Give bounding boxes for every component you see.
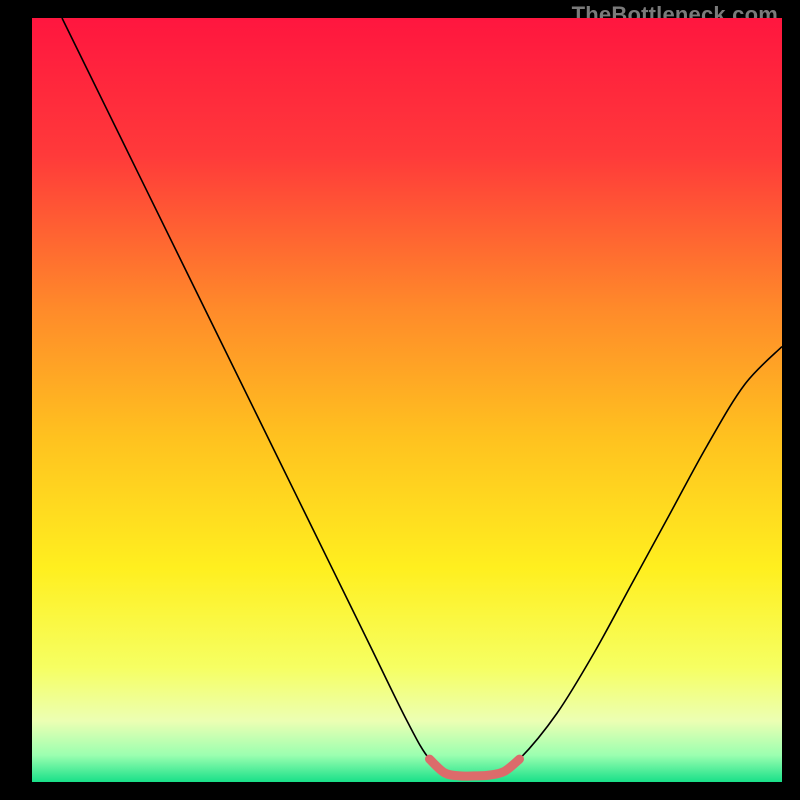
bottleneck-chart [32, 18, 782, 782]
chart-container: TheBottleneck.com [0, 0, 800, 800]
chart-background [32, 18, 782, 782]
